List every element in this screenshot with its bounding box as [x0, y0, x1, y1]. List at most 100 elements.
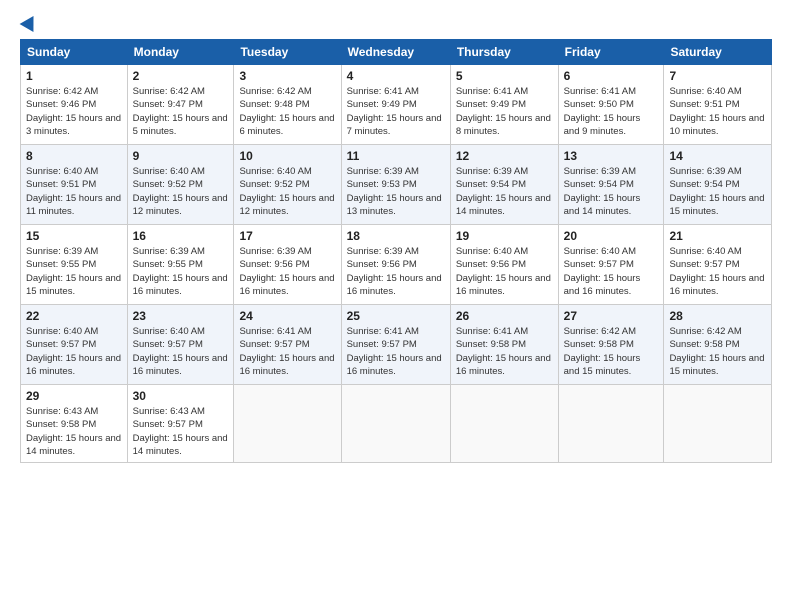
calendar-cell: 26 Sunrise: 6:41 AMSunset: 9:58 PMDaylig… [450, 305, 558, 385]
day-info: Sunrise: 6:39 AMSunset: 9:54 PMDaylight:… [456, 166, 551, 217]
day-info: Sunrise: 6:41 AMSunset: 9:57 PMDaylight:… [347, 326, 442, 377]
logo-triangle-icon [20, 12, 41, 32]
day-info: Sunrise: 6:40 AMSunset: 9:51 PMDaylight:… [669, 86, 764, 137]
day-number: 9 [133, 149, 229, 163]
day-number: 21 [669, 229, 766, 243]
day-number: 6 [564, 69, 659, 83]
calendar-cell: 17 Sunrise: 6:39 AMSunset: 9:56 PMDaylig… [234, 225, 341, 305]
calendar-cell: 6 Sunrise: 6:41 AMSunset: 9:50 PMDayligh… [558, 65, 664, 145]
day-number: 1 [26, 69, 122, 83]
header-thursday: Thursday [450, 40, 558, 65]
calendar-row: 8 Sunrise: 6:40 AMSunset: 9:51 PMDayligh… [21, 145, 772, 225]
calendar-cell: 23 Sunrise: 6:40 AMSunset: 9:57 PMDaylig… [127, 305, 234, 385]
day-info: Sunrise: 6:39 AMSunset: 9:54 PMDaylight:… [669, 166, 764, 217]
day-number: 12 [456, 149, 553, 163]
day-info: Sunrise: 6:39 AMSunset: 9:56 PMDaylight:… [239, 246, 334, 297]
day-number: 4 [347, 69, 445, 83]
day-number: 18 [347, 229, 445, 243]
day-info: Sunrise: 6:40 AMSunset: 9:56 PMDaylight:… [456, 246, 551, 297]
day-info: Sunrise: 6:41 AMSunset: 9:49 PMDaylight:… [347, 86, 442, 137]
day-number: 27 [564, 309, 659, 323]
header-saturday: Saturday [664, 40, 772, 65]
day-info: Sunrise: 6:41 AMSunset: 9:57 PMDaylight:… [239, 326, 334, 377]
day-number: 2 [133, 69, 229, 83]
header-tuesday: Tuesday [234, 40, 341, 65]
day-number: 25 [347, 309, 445, 323]
calendar-cell [234, 385, 341, 463]
calendar-cell: 25 Sunrise: 6:41 AMSunset: 9:57 PMDaylig… [341, 305, 450, 385]
calendar-cell: 7 Sunrise: 6:40 AMSunset: 9:51 PMDayligh… [664, 65, 772, 145]
day-info: Sunrise: 6:42 AMSunset: 9:58 PMDaylight:… [669, 326, 764, 377]
day-number: 17 [239, 229, 335, 243]
day-number: 8 [26, 149, 122, 163]
calendar-cell: 1 Sunrise: 6:42 AMSunset: 9:46 PMDayligh… [21, 65, 128, 145]
day-info: Sunrise: 6:41 AMSunset: 9:50 PMDaylight:… [564, 86, 641, 137]
day-number: 16 [133, 229, 229, 243]
day-info: Sunrise: 6:39 AMSunset: 9:55 PMDaylight:… [133, 246, 228, 297]
header [20, 15, 772, 29]
calendar-cell: 20 Sunrise: 6:40 AMSunset: 9:57 PMDaylig… [558, 225, 664, 305]
day-number: 22 [26, 309, 122, 323]
calendar-cell: 15 Sunrise: 6:39 AMSunset: 9:55 PMDaylig… [21, 225, 128, 305]
header-sunday: Sunday [21, 40, 128, 65]
day-number: 29 [26, 389, 122, 403]
day-info: Sunrise: 6:39 AMSunset: 9:53 PMDaylight:… [347, 166, 442, 217]
day-number: 28 [669, 309, 766, 323]
header-wednesday: Wednesday [341, 40, 450, 65]
day-number: 10 [239, 149, 335, 163]
day-info: Sunrise: 6:42 AMSunset: 9:58 PMDaylight:… [564, 326, 641, 377]
calendar-row: 1 Sunrise: 6:42 AMSunset: 9:46 PMDayligh… [21, 65, 772, 145]
calendar-cell: 5 Sunrise: 6:41 AMSunset: 9:49 PMDayligh… [450, 65, 558, 145]
day-info: Sunrise: 6:42 AMSunset: 9:47 PMDaylight:… [133, 86, 228, 137]
calendar-row: 29 Sunrise: 6:43 AMSunset: 9:58 PMDaylig… [21, 385, 772, 463]
day-info: Sunrise: 6:39 AMSunset: 9:55 PMDaylight:… [26, 246, 121, 297]
day-number: 20 [564, 229, 659, 243]
day-number: 30 [133, 389, 229, 403]
day-number: 23 [133, 309, 229, 323]
day-info: Sunrise: 6:39 AMSunset: 9:56 PMDaylight:… [347, 246, 442, 297]
day-info: Sunrise: 6:40 AMSunset: 9:51 PMDaylight:… [26, 166, 121, 217]
calendar-cell: 27 Sunrise: 6:42 AMSunset: 9:58 PMDaylig… [558, 305, 664, 385]
calendar-cell: 11 Sunrise: 6:39 AMSunset: 9:53 PMDaylig… [341, 145, 450, 225]
calendar-cell: 28 Sunrise: 6:42 AMSunset: 9:58 PMDaylig… [664, 305, 772, 385]
day-number: 14 [669, 149, 766, 163]
calendar-cell: 18 Sunrise: 6:39 AMSunset: 9:56 PMDaylig… [341, 225, 450, 305]
day-number: 24 [239, 309, 335, 323]
page: Sunday Monday Tuesday Wednesday Thursday… [0, 0, 792, 612]
calendar-table: Sunday Monday Tuesday Wednesday Thursday… [20, 39, 772, 463]
calendar-cell: 24 Sunrise: 6:41 AMSunset: 9:57 PMDaylig… [234, 305, 341, 385]
day-info: Sunrise: 6:42 AMSunset: 9:46 PMDaylight:… [26, 86, 121, 137]
day-number: 15 [26, 229, 122, 243]
logo [20, 15, 38, 29]
day-number: 5 [456, 69, 553, 83]
day-number: 3 [239, 69, 335, 83]
calendar-cell: 3 Sunrise: 6:42 AMSunset: 9:48 PMDayligh… [234, 65, 341, 145]
calendar-cell: 21 Sunrise: 6:40 AMSunset: 9:57 PMDaylig… [664, 225, 772, 305]
day-info: Sunrise: 6:40 AMSunset: 9:52 PMDaylight:… [133, 166, 228, 217]
calendar-cell [450, 385, 558, 463]
day-number: 7 [669, 69, 766, 83]
day-info: Sunrise: 6:40 AMSunset: 9:57 PMDaylight:… [26, 326, 121, 377]
calendar-cell: 19 Sunrise: 6:40 AMSunset: 9:56 PMDaylig… [450, 225, 558, 305]
calendar-cell: 9 Sunrise: 6:40 AMSunset: 9:52 PMDayligh… [127, 145, 234, 225]
day-info: Sunrise: 6:40 AMSunset: 9:52 PMDaylight:… [239, 166, 334, 217]
day-info: Sunrise: 6:40 AMSunset: 9:57 PMDaylight:… [669, 246, 764, 297]
calendar-cell: 2 Sunrise: 6:42 AMSunset: 9:47 PMDayligh… [127, 65, 234, 145]
calendar-cell [558, 385, 664, 463]
day-info: Sunrise: 6:42 AMSunset: 9:48 PMDaylight:… [239, 86, 334, 137]
day-info: Sunrise: 6:40 AMSunset: 9:57 PMDaylight:… [564, 246, 641, 297]
calendar-cell: 10 Sunrise: 6:40 AMSunset: 9:52 PMDaylig… [234, 145, 341, 225]
day-number: 13 [564, 149, 659, 163]
calendar-cell: 4 Sunrise: 6:41 AMSunset: 9:49 PMDayligh… [341, 65, 450, 145]
day-number: 26 [456, 309, 553, 323]
header-friday: Friday [558, 40, 664, 65]
calendar-row: 22 Sunrise: 6:40 AMSunset: 9:57 PMDaylig… [21, 305, 772, 385]
calendar-cell [664, 385, 772, 463]
calendar-header-row: Sunday Monday Tuesday Wednesday Thursday… [21, 40, 772, 65]
day-info: Sunrise: 6:41 AMSunset: 9:58 PMDaylight:… [456, 326, 551, 377]
calendar-cell: 29 Sunrise: 6:43 AMSunset: 9:58 PMDaylig… [21, 385, 128, 463]
day-info: Sunrise: 6:39 AMSunset: 9:54 PMDaylight:… [564, 166, 641, 217]
day-info: Sunrise: 6:43 AMSunset: 9:57 PMDaylight:… [133, 406, 228, 457]
day-info: Sunrise: 6:40 AMSunset: 9:57 PMDaylight:… [133, 326, 228, 377]
day-number: 19 [456, 229, 553, 243]
